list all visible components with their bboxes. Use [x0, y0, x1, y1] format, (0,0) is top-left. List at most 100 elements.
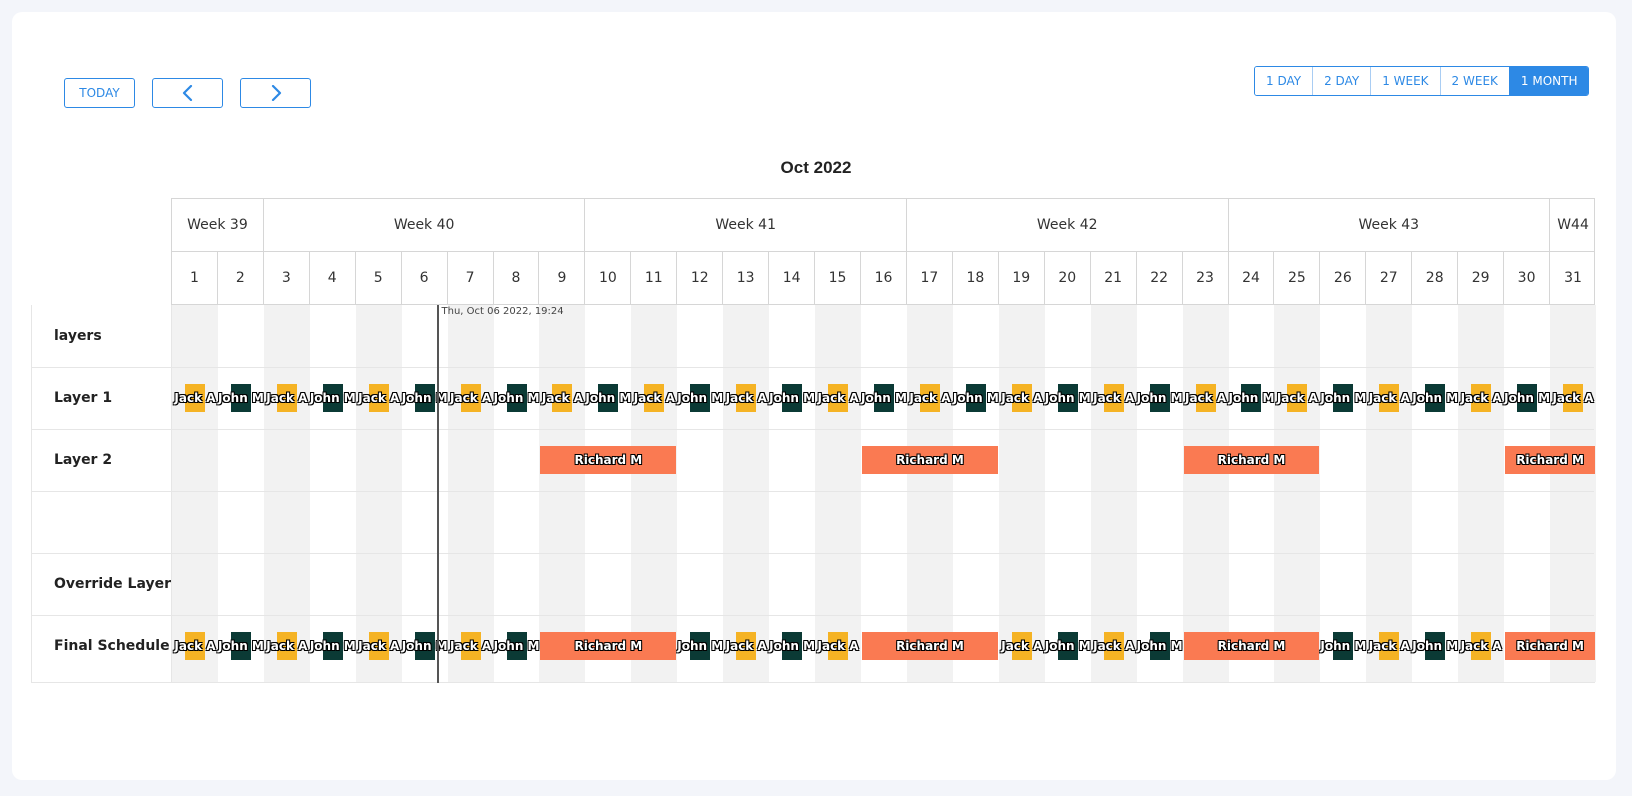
- shift-john[interactable]: John M: [1045, 384, 1091, 412]
- shift-jack[interactable]: Jack A: [726, 632, 767, 660]
- day-column: [355, 305, 402, 682]
- week-header: W44: [1557, 217, 1589, 233]
- day-header: 21: [1091, 252, 1137, 304]
- shift-richard[interactable]: Richard M: [540, 446, 677, 474]
- week-header: Week 41: [585, 199, 907, 251]
- shift-john[interactable]: John M: [861, 384, 907, 412]
- shift-john[interactable]: John M: [310, 632, 356, 660]
- chevron-right-icon: [271, 85, 281, 101]
- shift-john[interactable]: John M: [402, 632, 448, 660]
- view-button-2-week[interactable]: 2 WEEK: [1439, 67, 1509, 95]
- shift-jack[interactable]: Jack A: [266, 632, 307, 660]
- day-header: 4: [310, 252, 356, 304]
- shift-john[interactable]: John M: [1137, 384, 1183, 412]
- view-button-1-month[interactable]: 1 MONTH: [1508, 67, 1589, 95]
- shift-jack[interactable]: Jack A: [358, 632, 399, 660]
- shift-jack[interactable]: Jack A: [1001, 632, 1042, 660]
- day-column: [1458, 305, 1505, 682]
- shift-jack[interactable]: Jack A: [1093, 632, 1134, 660]
- row-divider: [32, 553, 1594, 554]
- next-button[interactable]: [240, 78, 311, 108]
- chevron-left-icon: [182, 85, 192, 101]
- shift-richard[interactable]: Richard M: [862, 632, 998, 660]
- day-column: [1090, 305, 1137, 682]
- shift-jack[interactable]: Jack A: [174, 384, 216, 412]
- row-divider: [32, 615, 1594, 616]
- day-column: [1366, 305, 1413, 682]
- shift-john[interactable]: John M: [769, 632, 815, 660]
- shift-jack[interactable]: Jack A: [266, 384, 307, 412]
- day-column: [998, 305, 1045, 682]
- view-button-1-day[interactable]: 1 DAY: [1255, 67, 1313, 95]
- shift-john[interactable]: John M: [1045, 632, 1091, 660]
- shift-john[interactable]: John M: [1137, 632, 1183, 660]
- previous-button[interactable]: [152, 78, 223, 108]
- shift-jack[interactable]: Jack A: [1369, 384, 1410, 412]
- row-label: Override Layer: [54, 576, 171, 592]
- day-header: 1: [172, 252, 218, 304]
- day-header: 2: [218, 252, 264, 304]
- day-column: [539, 305, 586, 682]
- shift-jack[interactable]: Jack A: [1461, 384, 1502, 412]
- shift-jack[interactable]: Jack A: [1093, 384, 1134, 412]
- calendar-header: Week 39 Week 40 Week 41 Week 42 Week 43 W44 1 2…: [171, 198, 1595, 305]
- week-header: Week 43: [1229, 199, 1551, 251]
- view-range-selector: 1 DAY 2 DAY 1 WEEK 2 WEEK 1 MONTH: [1254, 66, 1590, 96]
- row-divider: [32, 429, 1594, 430]
- week-header: Week 39: [172, 199, 264, 251]
- shift-john[interactable]: John M: [1412, 384, 1458, 412]
- shift-richard[interactable]: Richard M: [1505, 446, 1595, 474]
- day-column: [631, 305, 678, 682]
- day-header: 25: [1274, 252, 1321, 304]
- schedule-grid: layers Layer 1 Layer 2 Override Layer Final …: [31, 305, 1596, 683]
- day-column: [906, 305, 953, 682]
- day-header: 3: [264, 252, 310, 304]
- shift-john[interactable]: John M: [402, 384, 448, 412]
- shift-jack[interactable]: Jack A: [818, 632, 859, 660]
- shift-john[interactable]: John M: [677, 384, 723, 412]
- shift-john[interactable]: John M: [1229, 384, 1274, 412]
- shift-jack[interactable]: Jack A: [1277, 384, 1318, 412]
- shift-john[interactable]: John M: [1320, 632, 1366, 660]
- shift-jack[interactable]: Jack A: [358, 384, 399, 412]
- day-column: [1182, 305, 1229, 682]
- view-button-2-day[interactable]: 2 DAY: [1312, 67, 1371, 95]
- shift-jack[interactable]: Jack A: [1185, 384, 1226, 412]
- shift-jack[interactable]: Jack A: [726, 384, 767, 412]
- shift-john[interactable]: John M: [494, 384, 539, 412]
- view-button-1-week[interactable]: 1 WEEK: [1370, 67, 1440, 95]
- shift-jack[interactable]: Jack A: [1461, 632, 1502, 660]
- shift-richard[interactable]: Richard M: [1183, 632, 1320, 660]
- shift-jack[interactable]: Jack A: [174, 632, 216, 660]
- shift-john[interactable]: John M: [218, 632, 264, 660]
- shift-jack[interactable]: Jack A: [818, 384, 859, 412]
- day-header: 27: [1366, 252, 1413, 304]
- day-column: [263, 305, 310, 682]
- shift-john[interactable]: John M: [218, 384, 264, 412]
- shift-jack[interactable]: Jack A: [1552, 384, 1594, 412]
- shift-richard[interactable]: Richard M: [1183, 446, 1320, 474]
- shift-john[interactable]: John M: [585, 384, 631, 412]
- shift-john[interactable]: John M: [494, 632, 539, 660]
- shift-john[interactable]: John M: [769, 384, 815, 412]
- shift-jack[interactable]: Jack A: [542, 384, 583, 412]
- shift-richard[interactable]: Richard M: [540, 632, 677, 660]
- shift-john[interactable]: John M: [953, 384, 999, 412]
- shift-jack[interactable]: Jack A: [450, 384, 491, 412]
- shift-richard[interactable]: Richard M: [862, 446, 998, 474]
- shift-john[interactable]: John M: [677, 632, 723, 660]
- shift-jack[interactable]: Jack A: [634, 384, 675, 412]
- shift-john[interactable]: John M: [1412, 632, 1458, 660]
- today-button[interactable]: TODAY: [64, 78, 135, 108]
- shift-jack[interactable]: Jack A: [1001, 384, 1042, 412]
- shift-richard[interactable]: Richard M: [1505, 632, 1595, 660]
- week-header: Week 40: [264, 199, 586, 251]
- day-header: 24: [1229, 252, 1275, 304]
- shift-john[interactable]: John M: [310, 384, 356, 412]
- day-column: [172, 305, 218, 682]
- shift-jack[interactable]: Jack A: [909, 384, 950, 412]
- shift-john[interactable]: John M: [1320, 384, 1366, 412]
- shift-jack[interactable]: Jack A: [450, 632, 491, 660]
- shift-jack[interactable]: Jack A: [1369, 632, 1410, 660]
- shift-john[interactable]: John M: [1504, 384, 1550, 412]
